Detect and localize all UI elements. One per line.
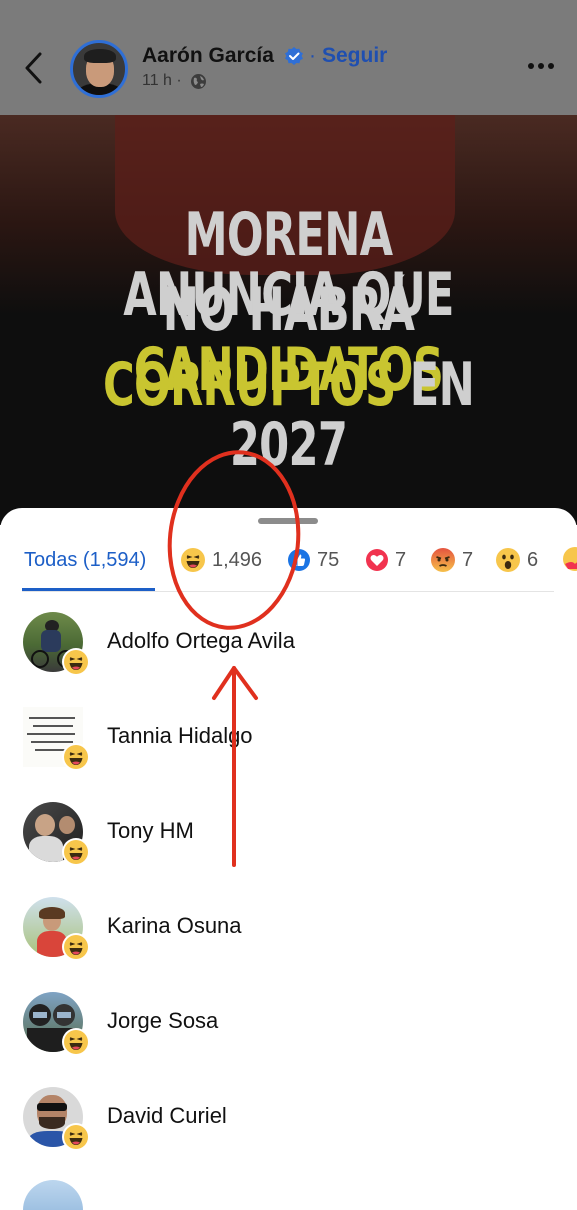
haha-icon <box>62 648 90 676</box>
tab-love[interactable]: 7 <box>365 545 406 575</box>
globe-icon <box>191 74 206 89</box>
list-item[interactable]: Karina Osuna <box>0 895 577 990</box>
haha-icon <box>62 838 90 866</box>
love-icon <box>366 549 388 571</box>
author-avatar[interactable] <box>70 40 128 98</box>
follow-button[interactable]: Seguir <box>322 44 387 68</box>
verified-badge-icon <box>285 47 303 65</box>
haha-icon <box>181 548 205 572</box>
angry-icon <box>431 548 455 572</box>
post-image[interactable]: MORENA ANUNCIA QUE NO HABRÁ CANDIDATOS C… <box>0 115 577 525</box>
list-item[interactable]: Tony HM <box>0 800 577 895</box>
author-name[interactable]: Aarón García <box>142 44 274 68</box>
tab-like[interactable]: 75 <box>287 545 339 575</box>
list-item[interactable]: Adolfo Ortega Avila <box>0 610 577 705</box>
person-name[interactable]: Tony HM <box>107 818 194 844</box>
tab-all-reactions[interactable]: Todas (1,594) <box>24 545 146 575</box>
person-name[interactable]: Tannia Hidalgo <box>107 723 253 749</box>
separator-dot: · <box>309 44 316 67</box>
headline-line-3: CORRUPTOS EN 2027 <box>102 350 475 480</box>
care-icon[interactable] <box>562 546 577 572</box>
person-name[interactable]: Adolfo Ortega Avila <box>107 628 295 654</box>
haha-icon <box>62 1123 90 1151</box>
tab-haha[interactable]: 1,496 <box>180 545 262 575</box>
more-options-icon[interactable] <box>526 56 556 76</box>
haha-icon <box>62 933 90 961</box>
person-name[interactable]: Jorge Sosa <box>107 1008 218 1034</box>
person-name[interactable]: Karina Osuna <box>107 913 242 939</box>
list-item[interactable]: Tannia Hidalgo <box>0 705 577 800</box>
wow-icon <box>496 548 520 572</box>
tab-angry[interactable]: 7 <box>430 545 473 575</box>
drag-handle[interactable] <box>258 518 318 524</box>
haha-icon <box>62 743 90 771</box>
person-name[interactable]: David Curiel <box>107 1103 227 1129</box>
tab-wow[interactable]: 6 <box>495 545 538 575</box>
back-arrow-icon[interactable] <box>22 50 46 86</box>
reactions-sheet: Todas (1,594) 1,496 75 7 7 6 Adolfo Orte… <box>0 508 577 1210</box>
avatar <box>23 1180 83 1210</box>
haha-icon <box>62 1028 90 1056</box>
like-icon <box>288 549 310 571</box>
post-time: 11 h · <box>142 72 182 89</box>
post-header: Aarón García · Seguir 11 h · <box>0 0 577 115</box>
list-item[interactable]: Jorge Sosa <box>0 990 577 1085</box>
list-item[interactable]: David Curiel <box>0 1085 577 1180</box>
tabs-divider <box>22 591 554 592</box>
